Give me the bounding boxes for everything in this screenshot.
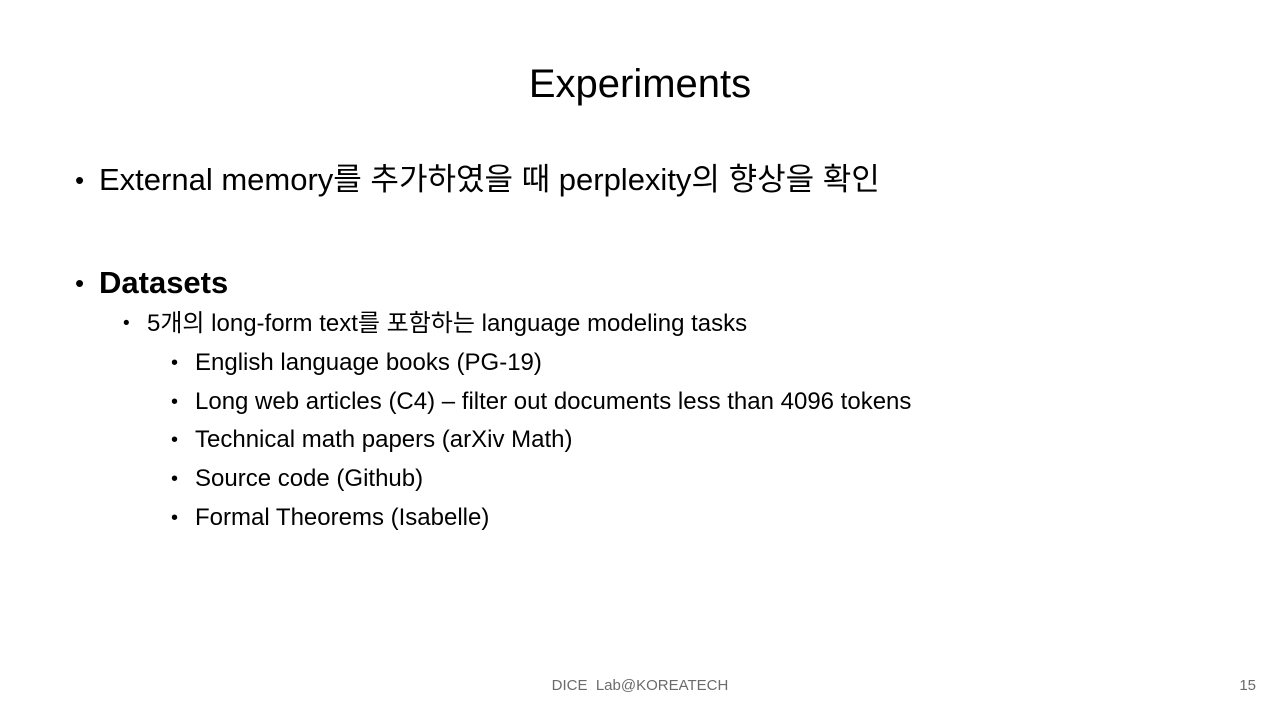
dataset-item: • Source code (Github) (171, 463, 423, 495)
bullet-icon: • (75, 268, 85, 298)
dataset-item: • Formal Theorems (Isabelle) (171, 502, 489, 534)
bullet-text: 5개의 long-form text를 포함하는 language modeli… (147, 310, 748, 337)
bullet-point-datasets: • Datasets (75, 263, 228, 303)
bullet-icon: • (171, 468, 179, 490)
dataset-item-text: Formal Theorems (Isabelle) (195, 504, 490, 531)
bullet-icon: • (123, 313, 130, 334)
bullet-icon: • (171, 391, 179, 413)
bullet-icon: • (171, 352, 179, 374)
dataset-item-text: Technical math papers (arXiv Math) (195, 426, 573, 453)
sub-bullet-datasets-description: • 5개의 long-form text를 포함하는 language mode… (123, 308, 747, 340)
dataset-item-text: Long web articles (C4) – filter out docu… (195, 388, 912, 415)
bullet-icon: • (75, 165, 85, 195)
slide: Experiments • External memory를 추가하였을 때 p… (0, 0, 1280, 720)
slide-title: Experiments (528, 62, 752, 106)
dataset-item: • Long web articles (C4) – filter out do… (171, 386, 911, 418)
dataset-item-text: Source code (Github) (195, 465, 424, 492)
dataset-item-text: English language books (PG-19) (195, 349, 542, 376)
footer-text: DICE Lab@KOREATECH (551, 677, 729, 694)
bullet-icon: • (171, 429, 179, 451)
dataset-item: • Technical math papers (arXiv Math) (171, 424, 572, 456)
bullet-point-external-memory: • External memory를 추가하였을 때 perplexity의 향… (75, 160, 880, 200)
dataset-item: • English language books (PG-19) (171, 347, 542, 379)
bullet-icon: • (171, 507, 179, 529)
page-number: 15 (1239, 677, 1256, 694)
bullet-text: External memory를 추가하였을 때 perplexity의 향상을… (99, 162, 880, 197)
datasets-heading: Datasets (99, 265, 229, 300)
